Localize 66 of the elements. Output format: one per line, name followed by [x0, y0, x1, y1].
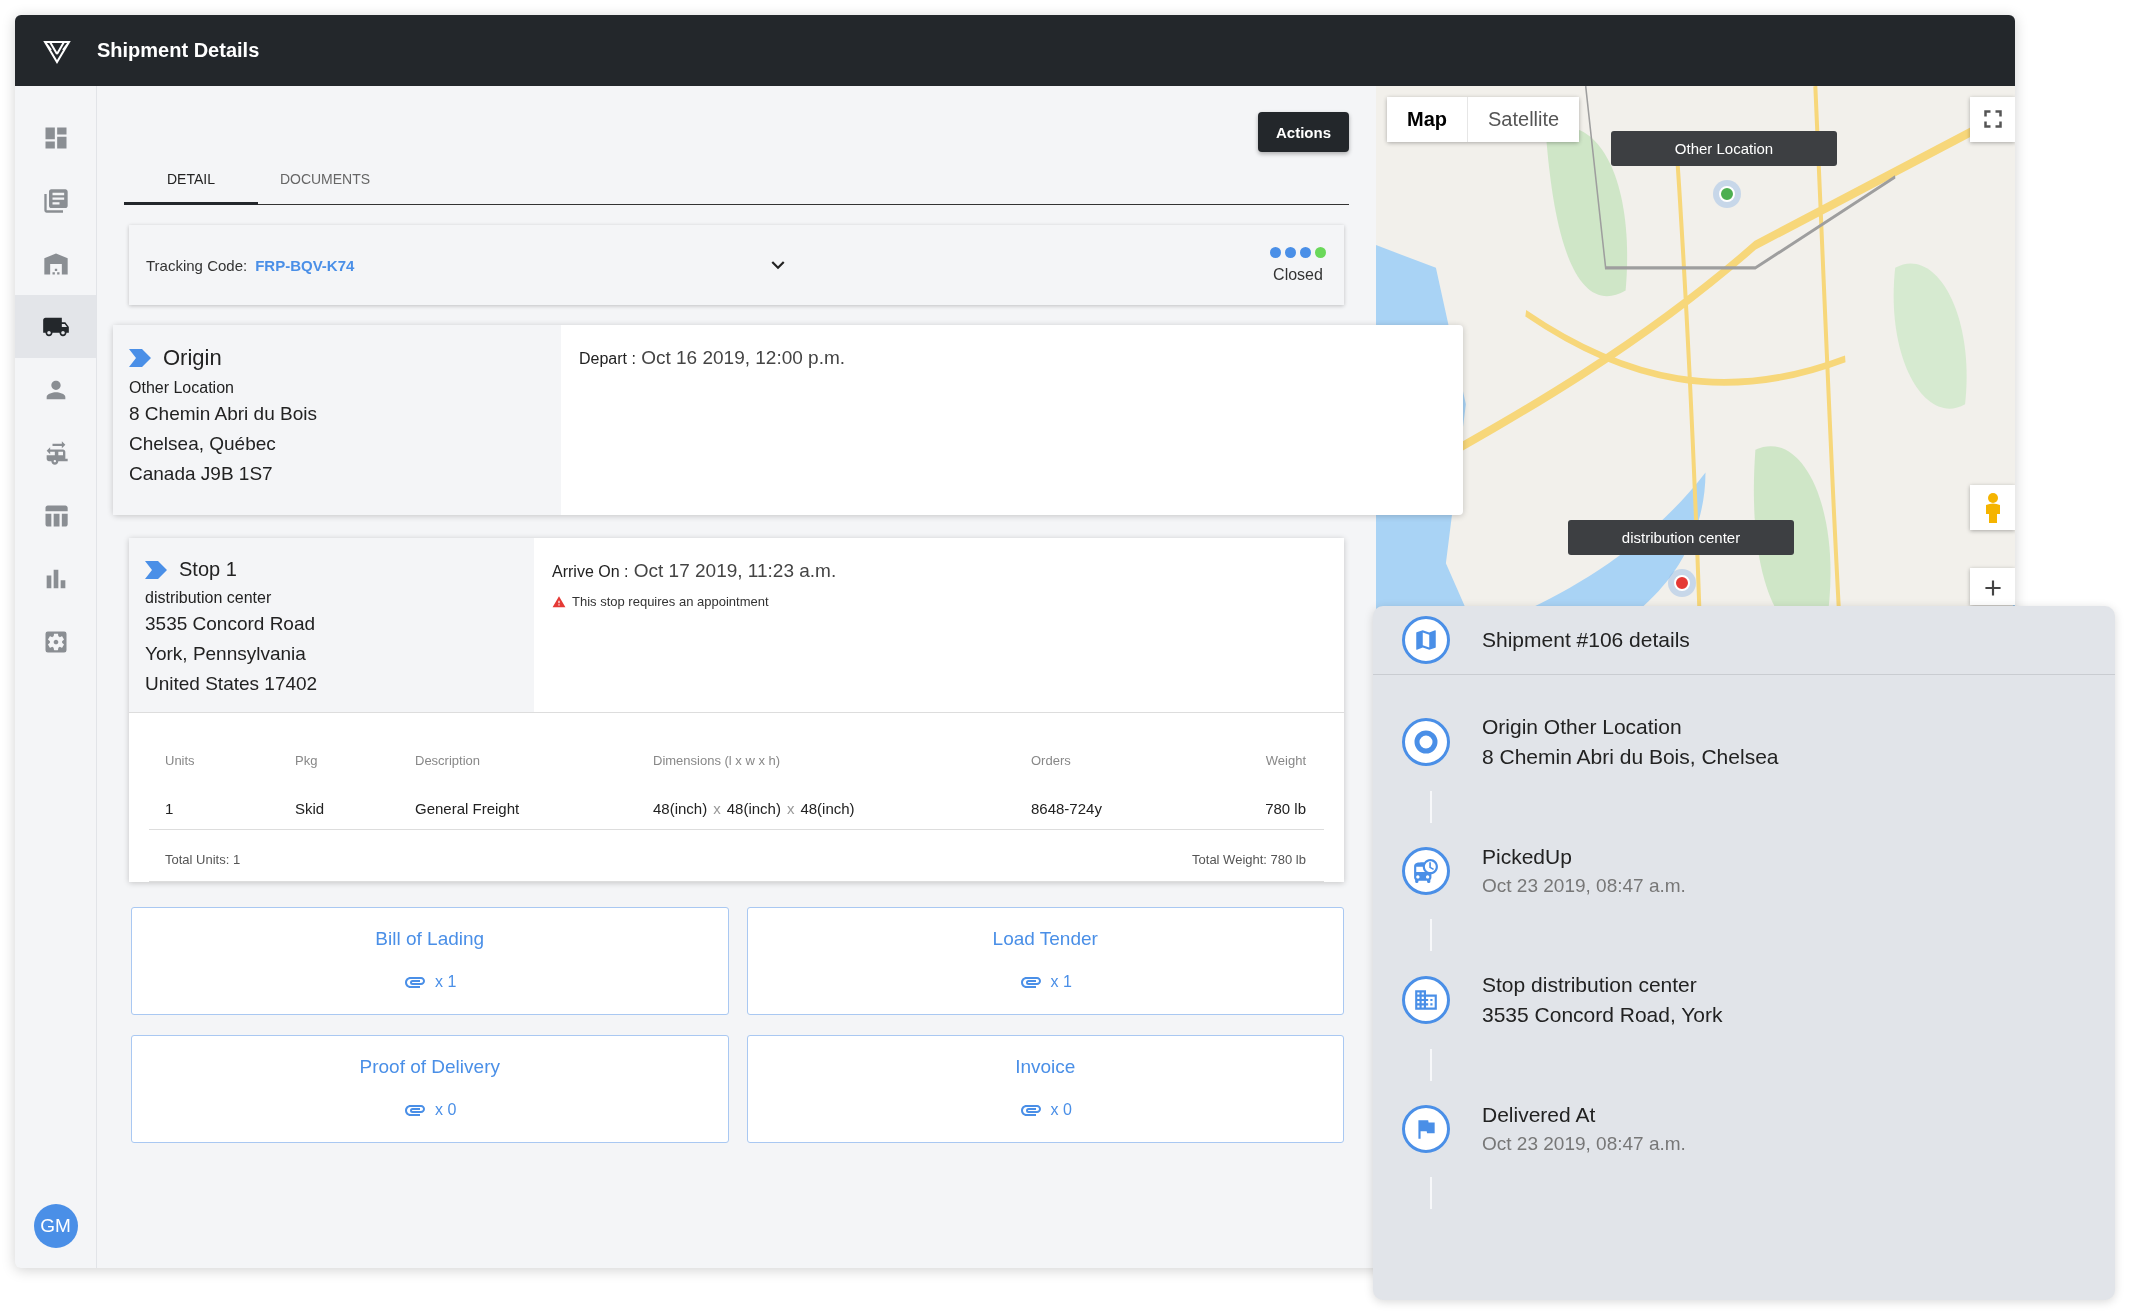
- column-header: Dimensions (l x w x h): [653, 752, 782, 770]
- event-detail: Oct 23 2019, 08:47 a.m.: [1482, 875, 1686, 897]
- time-label: Depart :: [579, 350, 636, 367]
- document-tile[interactable]: Proof of Delivery x 0: [131, 1035, 729, 1143]
- fullscreen-button[interactable]: [1970, 97, 2015, 142]
- document-tile[interactable]: Load Tender x 1: [746, 907, 1344, 1015]
- event-detail: Oct 23 2019, 08:47 a.m.: [1482, 1133, 1686, 1155]
- address-line: 3535 Concord Road: [145, 612, 317, 636]
- map-icon: [1413, 627, 1439, 653]
- event-title: Stop distribution center: [1482, 973, 1698, 997]
- table-cell-text: 48(inch) x 48(inch) x 48(inch): [653, 799, 856, 819]
- warning-text: This stop requires an appointment: [572, 594, 769, 609]
- document-tile[interactable]: Bill of Lading x 1: [131, 907, 729, 1015]
- tracking-code[interactable]: FRP-BQV-K74: [255, 256, 766, 274]
- document-tile[interactable]: Invoice x 0: [746, 1035, 1344, 1143]
- stop-title: Origin: [163, 345, 222, 371]
- map-type-tab[interactable]: Satellite: [1467, 97, 1580, 142]
- address-line: Canada J9B 1S7: [129, 462, 274, 486]
- address-line: United States 17402: [145, 672, 319, 696]
- event-title: PickedUp: [1482, 845, 1573, 869]
- location-name: distribution center: [145, 589, 273, 607]
- sidebar-item[interactable]: [15, 295, 96, 358]
- table-cell-text: General Freight: [415, 799, 521, 819]
- event-title: Delivered At: [1482, 1103, 1597, 1127]
- address-line: York, Pennsylvania: [145, 642, 307, 666]
- table-cell-text: 8648-724y: [1031, 799, 1103, 819]
- table-cell-text: Skid: [295, 799, 326, 819]
- page-title: Shipment Details: [97, 39, 260, 62]
- street-view-button[interactable]: [1970, 485, 2015, 530]
- chevron-icon: [129, 349, 151, 367]
- event-detail: 3535 Concord Road, York: [1482, 1003, 1723, 1027]
- status-text: Closed: [1273, 265, 1323, 284]
- total-weight: Total Weight: 780 lb: [1192, 852, 1306, 867]
- time-value: Oct 16 2019, 12:00 p.m.: [641, 347, 846, 368]
- location-name: Other Location: [129, 379, 235, 397]
- map-tooltip: distribution center: [1568, 520, 1794, 555]
- chevron-icon: [145, 560, 167, 579]
- map-tooltip: Other Location: [1611, 131, 1837, 166]
- column-header: Orders: [1031, 752, 1072, 770]
- column-header: Pkg: [295, 752, 319, 770]
- address-line: 8 Chemin Abri du Bois: [129, 402, 318, 426]
- user-avatar[interactable]: GM: [33, 1204, 78, 1248]
- tracking-label: Tracking Code:: [146, 256, 248, 274]
- map-type-tab[interactable]: Map: [1387, 97, 1467, 142]
- tab[interactable]: DOCUMENTS: [258, 155, 392, 205]
- bus-clock-icon: [1413, 858, 1439, 884]
- stop-title: Stop 1: [179, 558, 237, 581]
- warning-icon: [552, 594, 566, 609]
- ring-icon: [1413, 729, 1439, 755]
- panel-title: Shipment #106 details: [1482, 628, 1690, 652]
- time-label: Arrive On :: [552, 563, 629, 580]
- table-cell-text: 1: [165, 799, 175, 819]
- address-line: Chelsea, Québec: [129, 432, 277, 456]
- column-header: Weight: [1264, 752, 1306, 770]
- column-header: Units: [165, 752, 196, 770]
- event-title: Origin Other Location: [1482, 715, 1683, 739]
- event-detail: 8 Chemin Abri du Bois, Chelsea: [1482, 745, 1779, 769]
- building-icon: [1413, 987, 1439, 1013]
- table-cell-text: 780 lb: [1264, 799, 1306, 819]
- total-units: Total Units: 1: [165, 852, 241, 867]
- zoom-in-button[interactable]: [1970, 568, 2015, 605]
- tab[interactable]: DETAIL: [124, 155, 258, 205]
- actions-button[interactable]: Actions: [1258, 112, 1349, 152]
- nav-icon: [41, 186, 70, 215]
- time-value: Oct 17 2019, 11:23 a.m.: [633, 560, 837, 581]
- column-header: Description: [415, 752, 482, 770]
